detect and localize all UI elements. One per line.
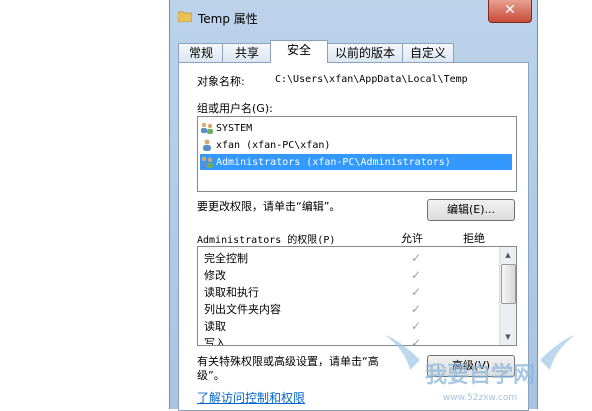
allow-check-icon: ✓ [411, 285, 422, 299]
edit-button[interactable]: 编辑(E)... [427, 199, 515, 221]
scroll-thumb[interactable] [501, 264, 516, 304]
permission-row: 修改 ✓ [204, 267, 494, 284]
advanced-hint-line2: 级”。 [197, 369, 225, 382]
tab-previous-versions[interactable]: 以前的版本 [326, 43, 404, 62]
change-hint: 要更改权限，请单击“编辑”。 [197, 200, 341, 213]
user-row-system[interactable]: SYSTEM [200, 120, 512, 136]
tab-sharing[interactable]: 共享 [222, 43, 272, 62]
user-row-administrators[interactable]: Administrators (xfan-PC\Administrators) [200, 154, 512, 170]
groups-label: 组或用户名(G): [197, 102, 273, 115]
perm-header: Administrators 的权限(P) [197, 235, 336, 246]
tab-general[interactable]: 常规 [178, 43, 224, 62]
scroll-up-icon[interactable]: ▲ [500, 247, 516, 263]
window-title: Temp 属性 [198, 12, 258, 26]
allow-header: 允许 [401, 232, 423, 245]
watermark-text: 我要自学网 [425, 362, 535, 388]
folder-icon [178, 11, 192, 22]
permission-name: 修改 [204, 269, 226, 282]
allow-check-icon: ✓ [411, 251, 422, 265]
permission-row: 读取和执行 ✓ [204, 284, 494, 301]
object-name-value: C:\Users\xfan\AppData\Local\Temp [275, 74, 468, 85]
permission-row: 完全控制 ✓ [204, 250, 494, 267]
user-row-xfan[interactable]: xfan (xfan-PC\xfan) [200, 137, 512, 153]
close-button[interactable]: ✕ [488, 0, 532, 23]
tab-customize[interactable]: 自定义 [402, 43, 454, 62]
user-icon [203, 139, 211, 151]
permission-name: 列出文件夹内容 [204, 303, 281, 316]
allow-check-icon: ✓ [411, 302, 422, 316]
close-icon: ✕ [504, 2, 516, 18]
permission-name: 读取和执行 [204, 286, 259, 299]
permission-name: 读取 [204, 320, 226, 333]
user-group-icon [201, 156, 213, 168]
permission-row: 列出文件夹内容 ✓ [204, 301, 494, 318]
watermark-url: www.52zxw.com [443, 393, 517, 403]
watermark-logo: 我要自学网 www.52zxw.com [385, 335, 575, 403]
tab-security[interactable]: 安全 [270, 40, 328, 63]
user-name: xfan (xfan-PC\xfan) [216, 140, 331, 151]
deny-header: 拒绝 [463, 232, 485, 245]
permission-name: 写入 [204, 337, 226, 346]
permission-name: 完全控制 [204, 252, 248, 265]
user-group-icon [201, 122, 213, 134]
allow-check-icon: ✓ [411, 268, 422, 282]
user-name: SYSTEM [216, 123, 253, 134]
object-name-label: 对象名称: [197, 75, 245, 88]
title-bar[interactable]: Temp 属性 ✕ [170, 0, 537, 38]
users-listbox[interactable]: SYSTEM xfan (xfan-PC\xfan) Administrator… [197, 116, 517, 192]
user-name: Administrators (xfan-PC\Administrators) [216, 157, 451, 168]
access-control-link[interactable]: 了解访问控制和权限 [197, 389, 305, 406]
